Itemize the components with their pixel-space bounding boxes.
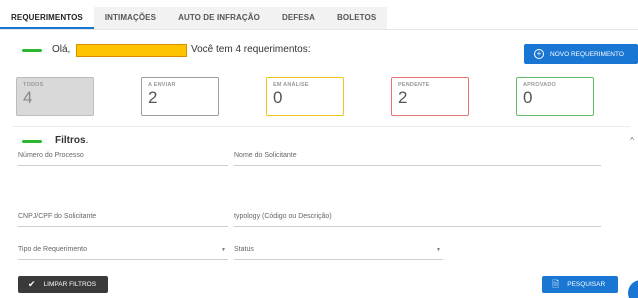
tab-requerimentos[interactable]: REQUERIMENTOS (0, 7, 94, 29)
tab-intimacoes[interactable]: INTIMAÇÕES (93, 7, 168, 29)
cnpj-cpf-field[interactable]: CNPJ/CPF do Solicitante (18, 213, 228, 227)
status-card-aprovado[interactable]: APROVADO 0 (516, 77, 594, 116)
green-accent-bar (22, 140, 42, 143)
status-card-count: 2 (148, 88, 158, 107)
status-card-label: PENDENTE (398, 82, 430, 88)
typology-placeholder: typology (Código ou Descrição) (234, 213, 332, 220)
tab-defesa[interactable]: DEFESA (270, 7, 327, 29)
status-card-count: 0 (523, 88, 533, 107)
redacted-user-name (76, 44, 187, 57)
numero-processo-field[interactable]: Número do Processo (18, 152, 228, 166)
chevron-up-icon[interactable]: ^ (630, 136, 634, 145)
status-card-label: EM ANÁLISE (273, 82, 309, 88)
status-card-em-analise[interactable]: EM ANÁLISE 0 (266, 77, 344, 116)
numero-processo-placeholder: Número do Processo (18, 152, 84, 159)
new-request-label: NOVO REQUERIMENTO (550, 50, 624, 58)
broom-icon: ✔ (28, 279, 36, 289)
status-placeholder: Status (234, 246, 254, 253)
dropdown-arrow-icon: ▼ (436, 247, 441, 253)
clear-filters-button[interactable]: ✔ LIMPAR FILTROS (18, 276, 108, 293)
search-button[interactable]: 🗎 PESQUISAR (542, 276, 618, 293)
status-card-todos[interactable]: TODOS 4 (16, 77, 94, 116)
filters-title[interactable]: Filtros. (55, 135, 88, 146)
filters-title-text: Filtros (55, 135, 86, 146)
tab-divider (0, 29, 638, 30)
search-label: PESQUISAR (567, 281, 606, 288)
typology-field[interactable]: typology (Código ou Descrição) (234, 213, 601, 227)
cnpj-cpf-placeholder: CNPJ/CPF do Solicitante (18, 213, 97, 220)
tipo-requerimento-placeholder: Tipo de Requerimento (18, 246, 88, 253)
new-request-button[interactable]: + NOVO REQUERIMENTO (524, 44, 638, 64)
nome-solicitante-field[interactable]: Nome do Solicitante (234, 152, 601, 166)
nome-solicitante-placeholder: Nome do Solicitante (234, 152, 297, 159)
status-card-a-enviar[interactable]: A ENVIAR 2 (141, 77, 219, 116)
green-accent-bar (22, 49, 42, 52)
status-card-count: 2 (398, 88, 408, 107)
status-select[interactable]: Status ▼ (234, 246, 443, 260)
tab-bar: REQUERIMENTOS INTIMAÇÕES AUTO DE INFRAÇÃ… (0, 7, 388, 29)
tipo-requerimento-select[interactable]: Tipo de Requerimento ▼ (18, 246, 228, 260)
status-card-pendente[interactable]: PENDENTE 2 (391, 77, 469, 116)
status-card-count: 0 (273, 88, 283, 107)
plus-circle-icon: + (534, 49, 544, 59)
tab-boletos[interactable]: BOLETOS (326, 7, 388, 29)
greeting-message: Você tem 4 requerimentos: (191, 44, 311, 55)
status-card-label: A ENVIAR (148, 82, 176, 88)
dropdown-arrow-icon: ▼ (221, 247, 226, 253)
status-card-label: TODOS (23, 82, 44, 88)
status-card-count: 4 (23, 88, 33, 107)
clear-filters-label: LIMPAR FILTROS (43, 281, 97, 288)
greeting-hello: Olá, (52, 44, 71, 55)
floating-action-button[interactable] (628, 280, 638, 298)
tab-auto-de-infracao[interactable]: AUTO DE INFRAÇÃO (167, 7, 271, 29)
section-divider (12, 126, 630, 127)
status-card-label: APROVADO (523, 82, 556, 88)
document-search-icon: 🗎 (552, 278, 560, 289)
